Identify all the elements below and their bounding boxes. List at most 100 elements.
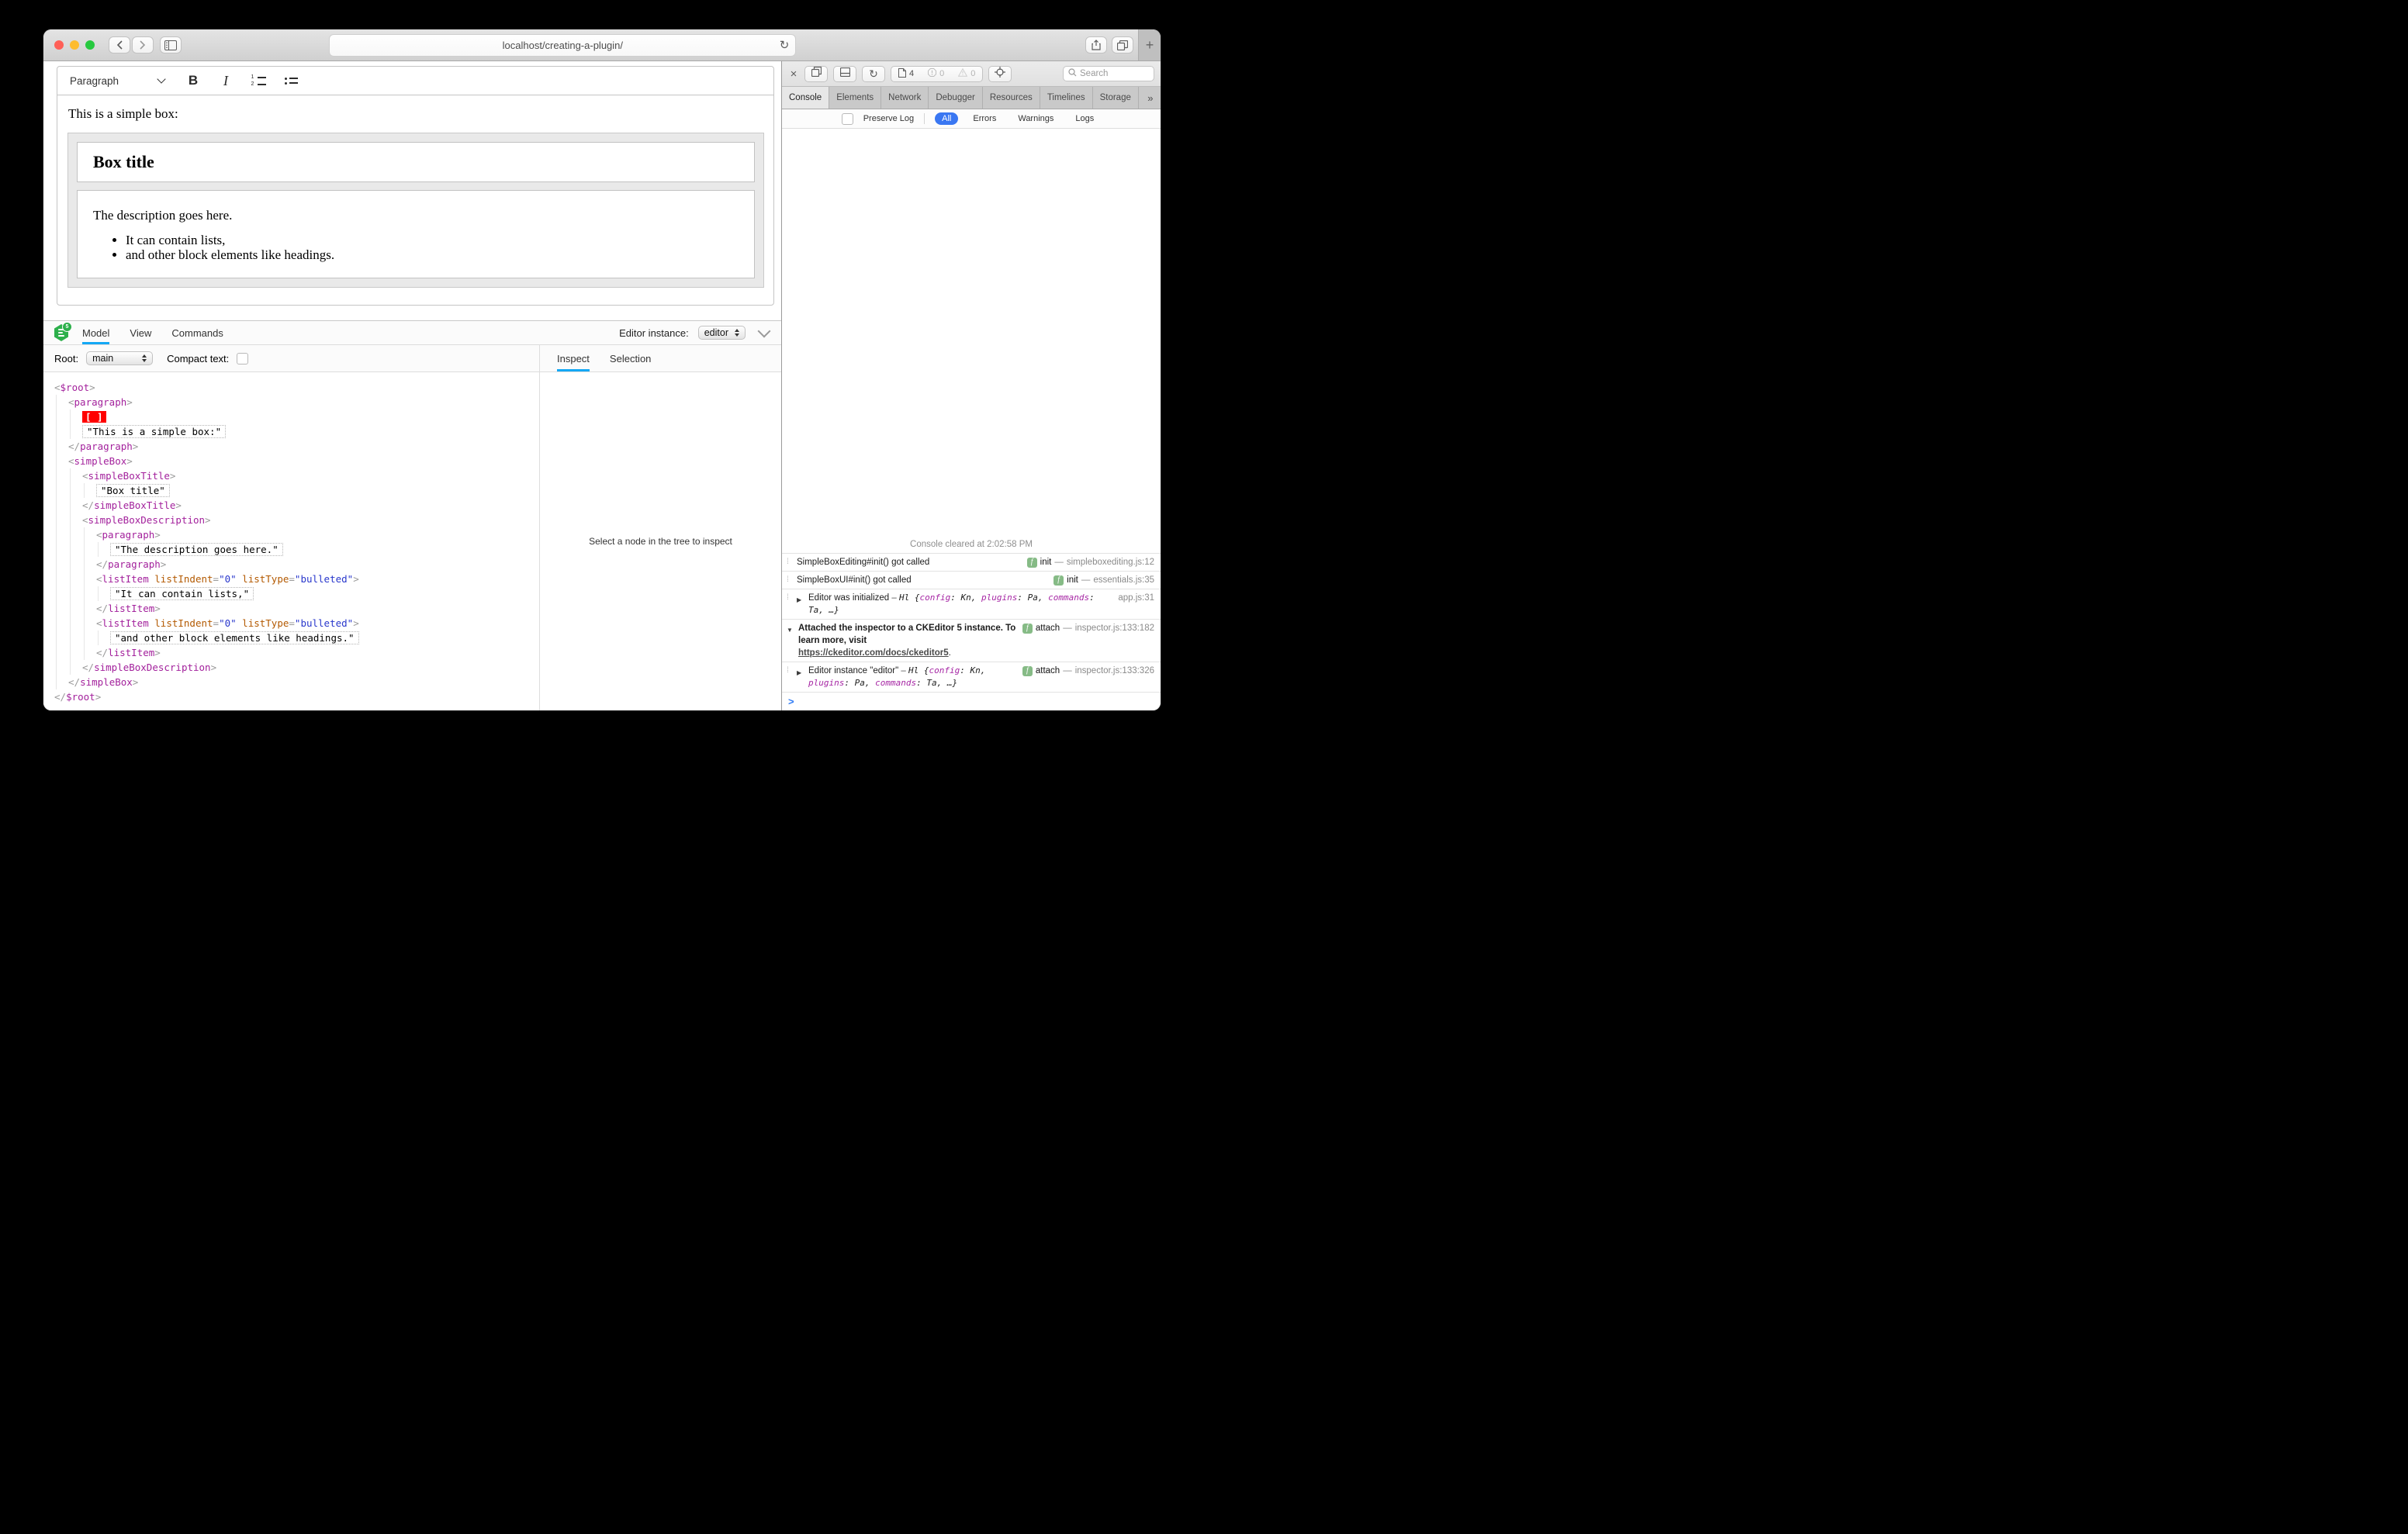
console-message[interactable]: ▼ Attached the inspector to a CKEditor 5 … (782, 619, 1161, 662)
tree-line[interactable]: </$root> (54, 689, 539, 704)
inspector-header: 5 Model View Commands Editor instance: edi… (43, 321, 781, 345)
console-link[interactable]: https://ckeditor.com/docs/ckeditor5 (798, 648, 949, 658)
simple-box-description[interactable]: The description goes here. It can contai… (77, 190, 755, 278)
indent-guide (84, 601, 85, 616)
tree-line[interactable]: <simpleBoxTitle> (54, 468, 539, 483)
tab-resources[interactable]: Resources (983, 87, 1040, 109)
editor-content[interactable]: This is a simple box: Box title The desc… (57, 95, 773, 288)
tree-line[interactable]: "Box title" (54, 483, 539, 498)
indent-guide (56, 675, 57, 689)
bold-button[interactable]: B (185, 71, 202, 90)
tab-view[interactable]: View (130, 321, 151, 344)
back-button[interactable] (109, 36, 130, 54)
chevron-down-icon (157, 74, 166, 84)
warning-count-item[interactable]: 0 (951, 67, 982, 81)
tree-line[interactable]: <simpleBoxDescription> (54, 513, 539, 527)
bulleted-list-button[interactable] (282, 71, 299, 90)
tab-console[interactable]: Console (782, 87, 830, 109)
tab-overflow-icon[interactable]: » (1139, 87, 1161, 109)
pane-tab-inspect[interactable]: Inspect (557, 345, 590, 371)
tab-elements[interactable]: Elements (829, 87, 882, 109)
tab-commands[interactable]: Commands (171, 321, 223, 344)
element-picker-button[interactable] (988, 65, 1012, 82)
select-arrows-icon (142, 354, 147, 362)
tree-line[interactable]: <$root> (54, 380, 539, 395)
forward-button[interactable] (132, 36, 154, 54)
resource-summary[interactable]: 4 0 0 (891, 65, 984, 82)
indent-guide (56, 439, 57, 454)
tree-line[interactable]: "This is a simple box:" (54, 424, 539, 439)
tree-line[interactable]: </listItem> (54, 645, 539, 660)
console-message[interactable]: ⁞ ▶ Editor instance "editor" – Hl {config:… (782, 662, 1161, 692)
console-prompt[interactable]: > (782, 692, 1161, 710)
tree-line[interactable]: [ ] (54, 409, 539, 424)
tree-line[interactable]: </simpleBoxDescription> (54, 660, 539, 675)
italic-button[interactable]: I (217, 71, 234, 90)
forward-icon (140, 40, 146, 50)
tree-line[interactable]: "The description goes here." (54, 542, 539, 557)
console-location-link[interactable]: inspector.js:133:326 (1075, 665, 1154, 677)
root-select[interactable]: main (86, 351, 154, 365)
reload-icon[interactable]: ↻ (780, 40, 790, 51)
scope-warnings[interactable]: Warnings (1011, 112, 1060, 125)
tab-model[interactable]: Model (82, 321, 110, 344)
editor-instance-value: editor (704, 327, 728, 338)
tree-line[interactable]: <paragraph> (54, 395, 539, 409)
tree-line[interactable]: <listItem listIndent="0" listType="bulle… (54, 616, 539, 631)
show-tabs-button[interactable] (1111, 36, 1133, 54)
description-paragraph[interactable]: The description goes here. (93, 208, 739, 223)
simple-box-title[interactable]: Box title (77, 142, 755, 182)
address-bar[interactable]: localhost/creating-a-plugin/ ↻ (329, 33, 797, 57)
console-location-link[interactable]: simpleboxediting.js:12 (1067, 556, 1154, 568)
tree-line[interactable]: </listItem> (54, 601, 539, 616)
list-item[interactable]: It can contain lists, (126, 233, 739, 247)
numbered-list-button[interactable]: 1 2 (250, 71, 267, 90)
resource-count-item[interactable]: 4 (891, 67, 921, 81)
simple-box-widget[interactable]: Box title The description goes here. It … (67, 133, 764, 288)
inspect-placeholder: Select a node in the tree to inspect (589, 536, 732, 547)
ckeditor-version-badge: 5 (62, 322, 72, 332)
new-tab-button[interactable]: + (1137, 29, 1161, 60)
compact-text-checkbox[interactable] (237, 352, 249, 364)
scope-all[interactable]: All (935, 112, 959, 125)
console-location-link[interactable]: essentials.js:35 (1093, 574, 1154, 586)
detach-inspector-button[interactable] (804, 65, 828, 82)
close-inspector-button[interactable]: × (788, 67, 799, 81)
intro-paragraph[interactable]: This is a simple box: (68, 106, 764, 122)
scope-logs[interactable]: Logs (1068, 112, 1101, 125)
console-message[interactable]: ⁞ SimpleBoxEditing#init() got called f init… (782, 553, 1161, 571)
tab-timelines[interactable]: Timelines (1040, 87, 1093, 109)
tree-line[interactable]: <paragraph> (54, 527, 539, 542)
dock-bottom-button[interactable] (833, 65, 856, 82)
tree-line[interactable]: </simpleBoxTitle> (54, 498, 539, 513)
tree-line[interactable]: "and other block elements like headings.… (54, 631, 539, 645)
minimize-window-button[interactable] (70, 40, 79, 50)
console-location-link[interactable]: inspector.js:133:182 (1075, 622, 1154, 634)
pane-tab-selection[interactable]: Selection (610, 345, 651, 371)
tree-line[interactable]: </paragraph> (54, 557, 539, 572)
inspector-search-input[interactable]: Search (1063, 66, 1154, 81)
error-count-item[interactable]: 0 (921, 67, 951, 81)
console-location-link[interactable]: app.js:31 (1118, 592, 1154, 604)
console-message[interactable]: ⁞ ▶ Editor was initialized – Hl {config: K… (782, 589, 1161, 619)
scope-errors[interactable]: Errors (966, 112, 1003, 125)
editor-instance-select[interactable]: editor (697, 326, 746, 340)
tab-debugger[interactable]: Debugger (929, 87, 983, 109)
tab-network[interactable]: Network (881, 87, 929, 109)
tree-line[interactable]: <simpleBox> (54, 454, 539, 468)
preserve-log-checkbox[interactable] (841, 112, 853, 125)
close-window-button[interactable] (54, 40, 64, 50)
list-item[interactable]: and other block elements like headings. (126, 247, 739, 262)
sidebar-button[interactable] (160, 36, 182, 54)
tree-line[interactable]: </simpleBox> (54, 675, 539, 689)
tree-line[interactable]: <listItem listIndent="0" listType="bulle… (54, 572, 539, 586)
console-message[interactable]: ⁞ SimpleBoxUI#init() got called f init — esse… (782, 571, 1161, 589)
tab-storage[interactable]: Storage (1093, 87, 1139, 109)
heading-dropdown[interactable]: Paragraph (65, 72, 169, 90)
share-button[interactable] (1085, 36, 1107, 54)
zoom-window-button[interactable] (85, 40, 95, 50)
tree-line[interactable]: "It can contain lists," (54, 586, 539, 601)
reload-page-button[interactable]: ↻ (862, 65, 885, 82)
tree-line[interactable]: </paragraph> (54, 439, 539, 454)
collapse-inspector-icon[interactable] (757, 324, 771, 338)
